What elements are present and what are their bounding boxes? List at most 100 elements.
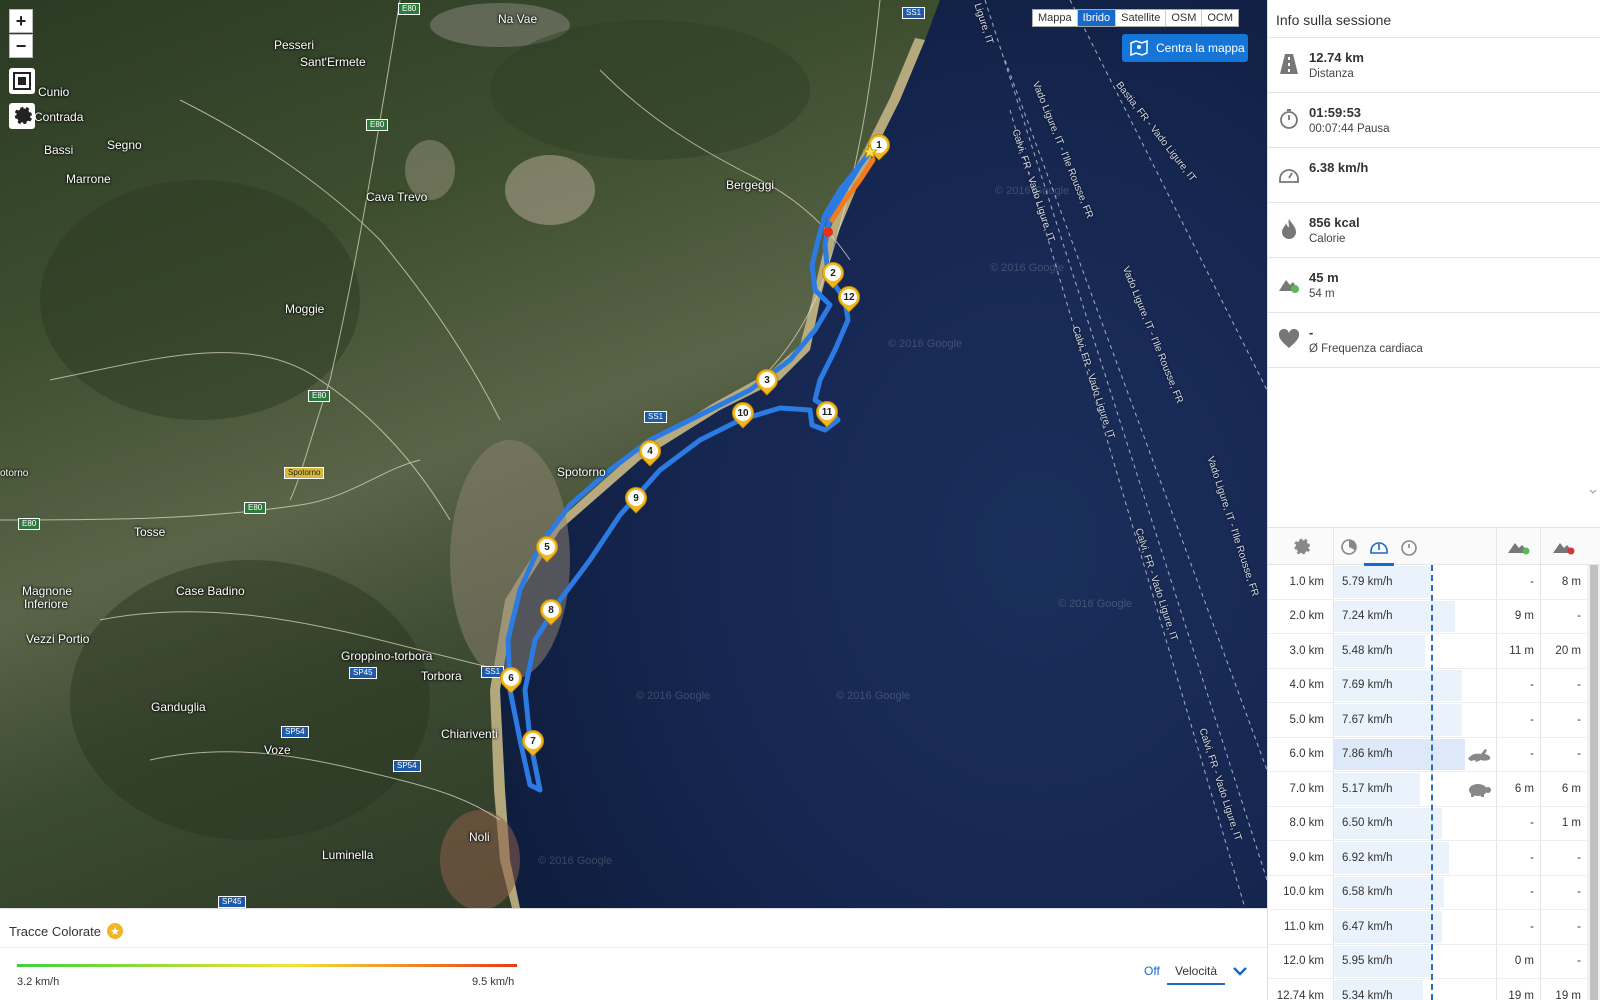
split-descent: 6 m [1540,772,1587,806]
map-settings-button[interactable] [9,103,35,129]
splits-scrollbar[interactable] [1587,565,1600,1000]
zoom-out-button[interactable]: − [9,34,33,58]
stat-calories: 856 kcal Calorie [1268,203,1600,258]
split-ascent: - [1496,703,1540,737]
tab-time[interactable] [1394,528,1424,566]
flame-icon [1282,219,1296,239]
road-shield: SS1 [644,411,668,423]
place-label: Noli [469,830,490,844]
scrollbar-thumb[interactable] [1590,565,1598,1000]
place-label: Tosse [134,525,166,539]
layer-mappa[interactable]: Mappa [1033,10,1078,26]
route-marker[interactable]: 10 [727,397,759,430]
route-marker[interactable]: 11 [811,396,843,429]
map-base [0,0,1267,908]
road-shield: SP54 [281,726,309,738]
zoom-in-button[interactable]: + [9,9,33,33]
route-marker[interactable]: 12 [833,281,865,314]
place-label: Cava Trevo [366,190,428,204]
table-row[interactable]: 6.0 km 7.86 km/h -- [1268,737,1587,772]
panel-scrollbar[interactable] [1586,0,1600,500]
table-row[interactable]: 7.0 km 5.17 km/h 6 m6 m [1268,772,1587,807]
metric-select[interactable]: Velocità [1167,959,1225,985]
split-km: 3.0 km [1268,634,1334,668]
road-shield: E80 [398,3,421,15]
marker-label: 10 [735,405,751,421]
layer-osm[interactable]: OSM [1166,10,1203,26]
split-speed: 7.69 km/h [1342,679,1393,692]
split-speed: 5.48 km/h [1342,644,1393,657]
premium-star-icon: ★ [107,923,123,939]
route-marker[interactable]: 6 [495,662,527,695]
gear-icon [14,106,33,125]
legend-max: 9.5 km/h [472,976,515,988]
split-ascent: 0 m [1496,944,1540,978]
chevron-down-icon[interactable] [1232,963,1248,979]
split-ascent: 11 m [1496,634,1540,668]
route-marker[interactable]: 4 [634,435,666,468]
table-row[interactable]: 3.0 km 5.48 km/h 11 m 20 m [1268,634,1587,669]
split-descent: - [1540,703,1587,737]
tab-speed[interactable] [1364,528,1394,566]
marker-label: 11 [819,404,835,420]
road-shield: E80 [244,502,267,514]
stat-heart-rate: - Ø Frequenza cardiaca [1268,313,1600,368]
split-descent: 8 m [1540,565,1587,599]
stat-speed: 6.38 km/h [1268,148,1600,203]
road-shield: SP45 [218,896,246,908]
table-row[interactable]: 4.0 km 7.69 km/h - - [1268,668,1587,703]
marker-label: 4 [642,443,658,459]
table-row[interactable]: 11.0 km 6.47 km/h - - [1268,910,1587,945]
fullscreen-button[interactable] [9,68,35,94]
route-marker[interactable]: 3 [751,364,783,397]
split-ascent: - [1496,910,1540,944]
map-view[interactable]: Na Vae Pesseri Sant'Ermete Cunio Contrad… [0,0,1267,908]
marker-label: 6 [503,670,519,686]
center-map-button[interactable]: Centra la mappa [1122,34,1248,62]
table-row[interactable]: 12.74 km 5.34 km/h 19 m 19 m [1268,979,1587,1000]
table-row[interactable]: 2.0 km 7.24 km/h 9 m- [1268,599,1587,634]
route-marker[interactable]: 8 [535,594,567,627]
split-descent: - [1540,944,1587,978]
legend-title: Tracce Colorate ★ [9,923,123,939]
start-star-icon [862,144,878,159]
place-label: Magnone [22,584,73,598]
table-row[interactable]: 1.0 km 5.79 km/h -8 m [1268,565,1587,600]
layer-ocm[interactable]: OCM [1202,10,1238,26]
marker-label: 12 [841,289,857,305]
table-row[interactable]: 9.0 km 6.92 km/h - - [1268,841,1587,876]
route-marker[interactable]: 7 [517,725,549,758]
splits-settings-button[interactable] [1268,528,1334,566]
table-row[interactable]: 10.0 km 6.58 km/h - - [1268,875,1587,910]
place-label: Torbora [421,669,462,683]
split-km: 2.0 km [1268,599,1334,633]
table-row[interactable]: 5.0 km 7.67 km/h - - [1268,703,1587,738]
split-km: 7.0 km [1268,772,1334,806]
stat-label: Distanza [1309,68,1354,80]
stat-value: 01:59:53 [1309,105,1362,120]
route-end-dot [823,227,833,237]
route-marker[interactable]: 5 [531,531,563,564]
place-label: Vezzi Portio [26,632,90,646]
route-marker[interactable]: 9 [620,482,652,515]
fullscreen-icon [13,72,31,90]
split-ascent: - [1496,565,1540,599]
split-descent: 1 m [1540,806,1587,840]
split-km: 10.0 km [1268,875,1334,909]
layer-ibrido[interactable]: Ibrido [1077,10,1117,26]
colored-tracks-off-button[interactable]: Off [1144,964,1160,978]
road-shield: E80 [18,518,41,530]
split-km: 6.0 km [1268,737,1334,771]
tab-pace[interactable] [1334,528,1364,566]
split-km: 5.0 km [1268,703,1334,737]
layer-satellite[interactable]: Satellite [1116,10,1167,26]
stat-duration: 01:59:53 00:07:44 Pausa [1268,93,1600,148]
stat-value: 12.74 km [1309,50,1364,65]
marker-label: 8 [543,602,559,618]
table-row[interactable]: 8.0 km 6.50 km/h -1 m [1268,806,1587,841]
elevation-icon [1279,280,1299,293]
session-info-panel: Info sulla sessione 12.74 km Distanza 01… [1267,0,1600,1000]
panel-title: Info sulla sessione [1268,0,1600,38]
split-descent: - [1540,737,1587,771]
table-row[interactable]: 12.0 km 5.95 km/h 0 m- [1268,944,1587,979]
